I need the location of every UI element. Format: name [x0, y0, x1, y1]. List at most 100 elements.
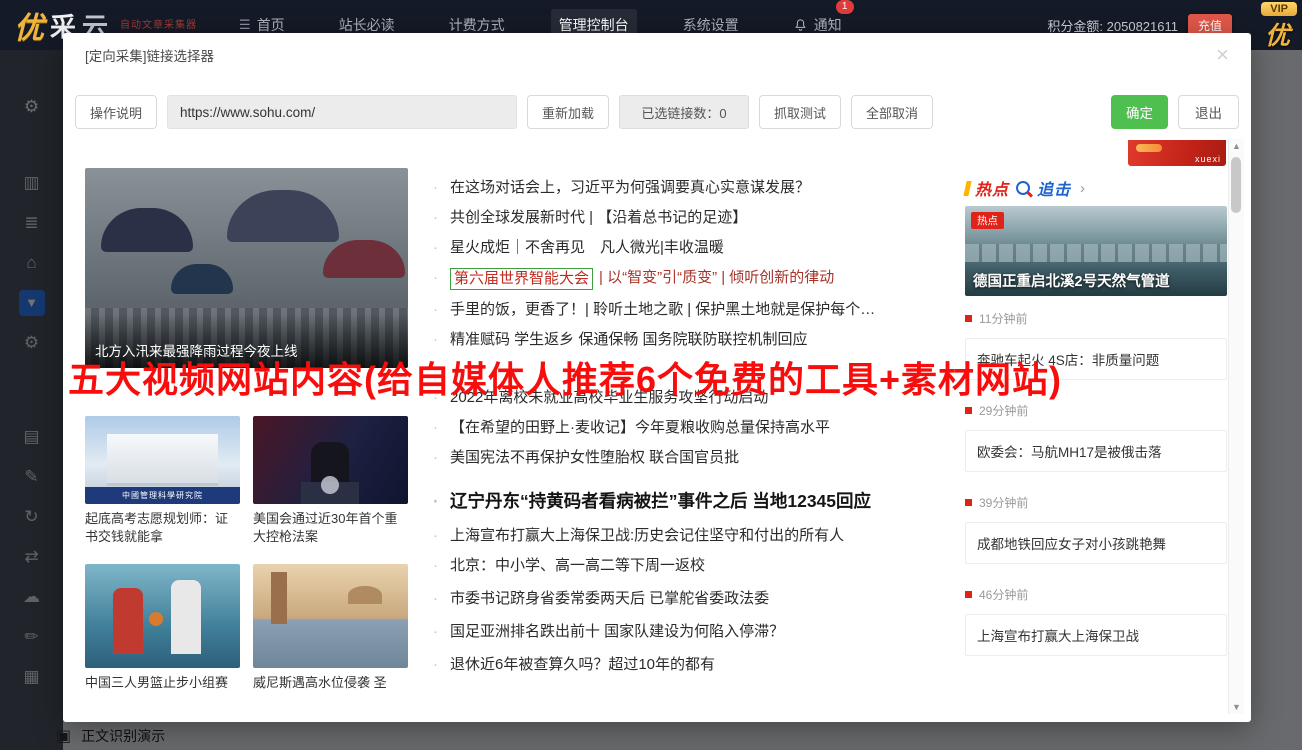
logo-subtitle: 自动文章采集器 [120, 20, 197, 31]
news-link[interactable]: 星火成炬｜不舍再见 凡人微光|丰收温暖 [450, 238, 724, 258]
news-link[interactable]: 【在希望的田野上·麦收记】今年夏粮收购总量保持高水平 [450, 418, 830, 438]
url-input[interactable] [167, 95, 517, 129]
news-link[interactable]: 北京：中小学、高一高二等下周一返校 [450, 556, 705, 576]
news-row: ·星火成炬｜不舍再见 凡人微光|丰收温暖 [433, 238, 963, 258]
modal-title: [定向采集]链接选择器 [85, 45, 214, 65]
institute-photo: 中國管理科學研究院 [85, 416, 240, 504]
news-link[interactable]: 上海宣布打赢大上海保卫战:历史会记住坚守和付出的所有人 [450, 526, 844, 546]
photo-card-row: 中國管理科學研究院 起底高考志愿规划师：证书交钱就能拿 美国会通过近30年首个重… [85, 416, 408, 546]
hot-time-label: 46分钟前 [979, 586, 1028, 603]
exit-button[interactable]: 退出 [1178, 95, 1239, 129]
scroll-down-icon[interactable]: ▼ [1229, 702, 1244, 712]
hot-tag: 热点 [971, 212, 1004, 229]
main-news-photo[interactable]: 北方入汛来最强降雨过程今夜上线 [85, 168, 408, 368]
page-scrollbar[interactable]: ▲ ▼ [1228, 139, 1244, 714]
news-card[interactable]: 美国会通过近30年首个重大控枪法案 [253, 416, 408, 546]
news-row: ·在这场对话会上，习近平为何强调要真心实意谋发展？ [433, 178, 963, 198]
selected-link-highlight[interactable]: 第六届世界智能大会 [450, 268, 593, 290]
news-row: ·美国宪法不再保护女性堕胎权 联合国官员批 [433, 448, 963, 468]
scroll-up-icon[interactable]: ▲ [1229, 141, 1244, 151]
main-photo-caption: 北方入汛来最强降雨过程今夜上线 [85, 314, 408, 368]
card-caption: 美国会通过近30年首个重大控枪法案 [253, 510, 408, 546]
banner-accent [1136, 144, 1162, 152]
hot-item: 39分钟前 成都地铁回应女子对小孩跳艳舞 [965, 494, 1227, 564]
hamburger-icon: ☰ [239, 17, 251, 33]
corner-logo-icon: 优 [1265, 16, 1290, 52]
umbrella-shape [101, 208, 193, 252]
news-link[interactable]: 市委书记跻身省委常委两天后 已掌舵省委政法委 [450, 589, 769, 609]
notification-badge: 1 [836, 0, 854, 14]
hot-item-link[interactable]: 成都地铁回应女子对小孩跳艳舞 [965, 522, 1227, 564]
news-row: ·国足亚洲排名跌出前十 国家队建设为何陷入停滞？ [433, 622, 963, 642]
embedded-webpage: xuexi 北方入汛来最强降雨过程今夜上线 中國管理科學研究院 起底高考志愿规划… [75, 138, 1229, 716]
hot-item-link[interactable]: 上海宣布打赢大上海保卫战 [965, 614, 1227, 656]
news-link[interactable]: 共创全球发展新时代 | 【沿着总书记的足迹】 [450, 208, 747, 228]
modal-toolbar: 操作说明 重新加载 已选链接数：0 抓取测试 全部取消 确定 退出 [75, 95, 1239, 129]
news-row: ·辽宁丹东“持黄码者看病被拦”事件之后 当地12345回应 [433, 488, 963, 514]
news-link[interactable]: 在这场对话会上，习近平为何强调要真心实意谋发展？ [450, 178, 810, 198]
hot-time-label: 11分钟前 [979, 310, 1027, 327]
hot-topics-column: 热点 追击 › 热点 德国正重启北溪2号天然气管道 11分钟前 奔驰车起火 4S… [965, 178, 1227, 678]
news-row: · 第六届世界智能大会 | 以“智变”引“质变” | 倾听创新的律动 [433, 268, 963, 290]
hot-main-headline: 德国正重启北溪2号天然气管道 [973, 270, 1170, 291]
institute-label: 中國管理科學研究院 [85, 487, 240, 504]
promo-banner-partial[interactable]: xuexi [1128, 140, 1226, 166]
news-card[interactable]: 中國管理科學研究院 起底高考志愿规划师：证书交钱就能拿 [85, 416, 240, 546]
news-link[interactable]: 国足亚洲排名跌出前十 国家队建设为何陷入停滞？ [450, 622, 784, 642]
card-caption: 起底高考志愿规划师：证书交钱就能拿 [85, 510, 240, 546]
news-row: ·退休近6年被查算久吗？超过10年的都有 [433, 655, 963, 675]
scrollbar-thumb[interactable] [1231, 157, 1241, 213]
news-link[interactable]: 精准赋码 学生返乡 保通保畅 国务院联防联控机制回应 [450, 330, 808, 350]
news-link[interactable]: | 以“智变”引“质变” | 倾听创新的律动 [599, 268, 834, 288]
modal-header: [定向采集]链接选择器 × [63, 33, 1251, 77]
umbrella-shape [323, 240, 405, 278]
cancel-all-button[interactable]: 全部取消 [851, 95, 933, 129]
reload-button[interactable]: 重新加载 [527, 95, 609, 129]
news-link[interactable]: 美国宪法不再保护女性堕胎权 联合国官员批 [450, 448, 739, 468]
news-link[interactable]: 手里的饭，更香了！| 聆听土地之歌 | 保护黑土地就是保护每个… [450, 300, 875, 320]
hot-item-link[interactable]: 欧委会：马航MH17是被俄击落 [965, 430, 1227, 472]
close-icon[interactable]: × [1216, 45, 1229, 65]
bell-icon [793, 18, 808, 33]
link-selector-modal: [定向采集]链接选择器 × 操作说明 重新加载 已选链接数：0 抓取测试 全部取… [63, 33, 1251, 722]
hot-main-story[interactable]: 热点 德国正重启北溪2号天然气管道 [965, 206, 1227, 296]
news-row: ·市委书记跻身省委常委两天后 已掌舵省委政法委 [433, 589, 963, 609]
hot-item: 11分钟前 奔驰车起火 4S店：非质量问题 [965, 310, 1227, 380]
red-square-bullet [965, 315, 972, 322]
speech-photo [253, 416, 408, 504]
red-square-bullet [965, 407, 972, 414]
vip-badge[interactable]: VIP [1261, 2, 1297, 16]
pipeline-shape [965, 244, 1227, 262]
news-link[interactable]: 退休近6年被查算久吗？超过10年的都有 [450, 655, 715, 675]
umbrella-shape [171, 264, 233, 294]
news-link[interactable]: 2022年离校未就业高校毕业生服务攻坚行动启动 [450, 388, 768, 408]
news-row: ·北京：中小学、高一高二等下周一返校 [433, 556, 963, 576]
red-square-bullet [965, 499, 972, 506]
chevron-right-icon: › [1080, 180, 1085, 197]
news-row: ·【在希望的田野上·麦收记】今年夏粮收购总量保持高水平 [433, 418, 963, 438]
help-button[interactable]: 操作说明 [75, 95, 157, 129]
news-card[interactable]: 中国三人男篮止步小组赛 [85, 564, 240, 692]
points-balance: 积分金额: 2050821611 [1047, 16, 1178, 35]
selected-links-count: 已选链接数：0 [619, 95, 749, 129]
yellow-bar [963, 181, 971, 196]
hot-brand-blue: 追击 [1037, 176, 1071, 200]
basketball-photo [85, 564, 240, 668]
news-card[interactable]: 威尼斯遇高水位侵袭 圣 [253, 564, 408, 692]
hot-topics-header[interactable]: 热点 追击 › [965, 178, 1227, 198]
confirm-button[interactable]: 确定 [1111, 95, 1168, 129]
news-row: ·上海宣布打赢大上海保卫战:历史会记住坚守和付出的所有人 [433, 526, 963, 546]
hot-item-link[interactable]: 奔驰车起火 4S店：非质量问题 [965, 338, 1227, 380]
venice-photo [253, 564, 408, 668]
hot-brand-red: 热点 [975, 176, 1009, 200]
news-row: ·手里的饭，更香了！| 聆听土地之歌 | 保护黑土地就是保护每个… [433, 300, 963, 320]
photo-column: 北方入汛来最强降雨过程今夜上线 中國管理科學研究院 起底高考志愿规划师：证书交钱… [85, 168, 408, 692]
news-row: ·共创全球发展新时代 | 【沿着总书记的足迹】 [433, 208, 963, 228]
news-link[interactable]: 辽宁丹东“持黄码者看病被拦”事件之后 当地12345回应 [450, 488, 871, 514]
card-caption: 威尼斯遇高水位侵袭 圣 [253, 674, 408, 692]
hot-time-label: 39分钟前 [979, 494, 1028, 511]
news-links-column: ·在这场对话会上，习近平为何强调要真心实意谋发展？ ·共创全球发展新时代 | 【… [433, 178, 963, 688]
red-square-bullet [965, 591, 972, 598]
menu-label: 首页 [257, 15, 285, 35]
crawl-test-button[interactable]: 抓取测试 [759, 95, 841, 129]
